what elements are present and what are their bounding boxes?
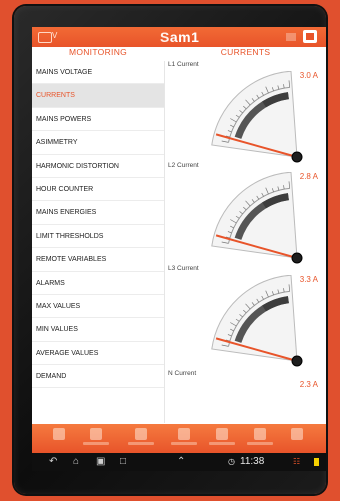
- current-value: 2.3 A: [299, 380, 318, 389]
- content-header: CURRENTS: [220, 47, 271, 57]
- current-label: N Current: [168, 370, 197, 377]
- battery-icon: [314, 458, 319, 466]
- sidebar-header: MONITORING: [68, 47, 128, 57]
- nav-icon[interactable]: [254, 428, 266, 440]
- menu-item-hour-counter[interactable]: HOUR COUNTER: [32, 178, 164, 202]
- menu-item-currents[interactable]: CURRENTS: [32, 84, 164, 108]
- menu-item-harmonic-distortion[interactable]: HARMONIC DISTORTION: [32, 155, 164, 178]
- menu-item-remote-variables[interactable]: REMOTE VARIABLES: [32, 248, 164, 272]
- nav-icon[interactable]: [216, 428, 228, 440]
- current-label: L1 Current: [168, 61, 199, 68]
- gauge-hub: [291, 151, 303, 163]
- currents-panel-list: L1 Current 3.0 A L2 Current 2.8 A L3 Cur…: [165, 61, 326, 423]
- logo-prefix: S: [160, 29, 170, 45]
- home-icon[interactable]: ⌂: [73, 456, 79, 468]
- menu-item-demand[interactable]: DEMAND: [32, 365, 164, 389]
- menu-item-mains-energies[interactable]: MAINS ENERGIES: [32, 201, 164, 225]
- settings-icon[interactable]: [303, 30, 317, 43]
- current-gauge: [211, 275, 303, 367]
- nav-caption: [83, 442, 109, 445]
- chevron-up-icon[interactable]: ⌃: [177, 456, 185, 468]
- window-icon[interactable]: [38, 32, 52, 43]
- screenshot-icon[interactable]: □: [120, 456, 126, 468]
- nav-caption: [209, 442, 235, 445]
- menu-item-alarms[interactable]: ALARMS: [32, 272, 164, 295]
- nav-icon[interactable]: [90, 428, 102, 440]
- nav-caption: [247, 442, 273, 445]
- app-screen: V Sam1 MONITORING CURRENTS MAINS VOLTAGE…: [32, 27, 326, 453]
- menu-item-mains-voltage[interactable]: MAINS VOLTAGE: [32, 61, 164, 85]
- app-top-bar: V Sam1: [32, 27, 326, 47]
- menu-item-asimmetry[interactable]: ASIMMETRY: [32, 131, 164, 155]
- current-panel: L2 Current 2.8 A: [165, 162, 326, 266]
- app-logo: Sam1: [160, 29, 199, 45]
- status-mark-icon: [286, 33, 296, 41]
- nav-caption: [128, 442, 154, 445]
- signal-icon: ☷: [293, 457, 301, 466]
- current-panel: L1 Current 3.0 A: [165, 61, 326, 165]
- current-panel: L3 Current 3.3 A: [165, 265, 326, 369]
- menu-item-limit-thresholds[interactable]: LIMIT THRESHOLDS: [32, 225, 164, 249]
- nav-icon[interactable]: [135, 428, 147, 440]
- bottom-nav-bar: [32, 424, 326, 453]
- menu-item-average-values[interactable]: AVERAGE VALUES: [32, 342, 164, 366]
- clock-icon: ◷: [228, 457, 235, 466]
- nav-caption: [171, 442, 197, 445]
- current-panel: N Current 2.3 A: [165, 370, 326, 423]
- back-icon[interactable]: ↶: [49, 456, 57, 468]
- menu-item-mains-powers[interactable]: MAINS POWERS: [32, 108, 164, 132]
- menu-item-min-values[interactable]: MIN VALUES: [32, 318, 164, 342]
- system-bar: ↶ ⌂ ▣ □ ⌃ ◷ 11:38 ☷: [32, 453, 326, 471]
- top-left-caption: V: [52, 31, 58, 40]
- nav-icon[interactable]: [291, 428, 303, 440]
- menu-item-max-values[interactable]: MAX VALUES: [32, 295, 164, 319]
- home-icon[interactable]: [53, 428, 65, 440]
- logo-suffix: am1: [169, 29, 200, 45]
- recent-apps-icon[interactable]: ▣: [96, 456, 105, 468]
- gauge-hub: [291, 355, 303, 367]
- current-gauge: [211, 172, 303, 264]
- current-label: L3 Current: [168, 265, 199, 272]
- gauge-hub: [291, 252, 303, 264]
- current-label: L2 Current: [168, 162, 199, 169]
- current-gauge: [211, 71, 303, 163]
- nav-icon[interactable]: [178, 428, 190, 440]
- clock: 11:38: [240, 456, 265, 467]
- monitoring-menu: MAINS VOLTAGE CURRENTS MAINS POWERS ASIM…: [32, 61, 165, 423]
